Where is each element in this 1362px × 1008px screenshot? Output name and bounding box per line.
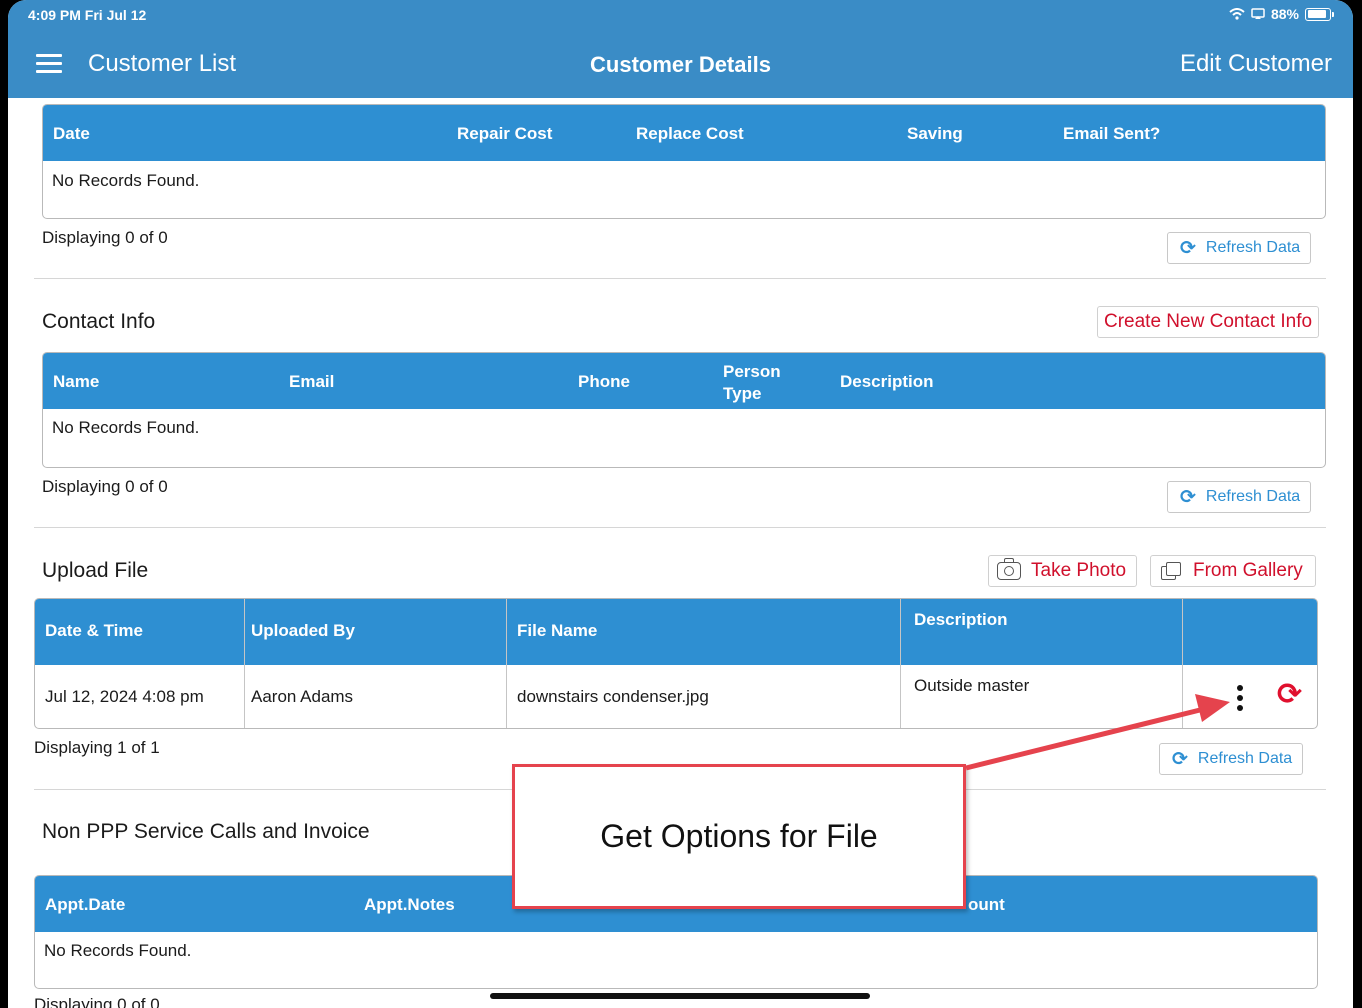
battery-icon — [1305, 7, 1334, 21]
column-header-date[interactable]: Date — [53, 124, 90, 144]
refresh-label: Refresh Data — [1197, 750, 1293, 767]
status-bar: 4:09 PM Fri Jul 12 88% — [8, 0, 1353, 30]
create-contact-label: Create New Contact Info — [1104, 311, 1313, 332]
gallery-icon — [1161, 562, 1181, 580]
column-header-uploaded-by[interactable]: Uploaded By — [251, 621, 355, 641]
cell-file-name: downstairs condenser.jpg — [517, 687, 709, 706]
empty-message: No Records Found. — [44, 941, 192, 960]
non-ppp-title: Non PPP Service Calls and Invoice — [42, 820, 370, 843]
refresh-icon: ⟳ — [1180, 486, 1196, 508]
contact-displaying-count: Displaying 0 of 0 — [42, 477, 168, 496]
savings-displaying-count: Displaying 0 of 0 — [42, 228, 168, 247]
column-header-amount[interactable]: ount — [968, 895, 1005, 915]
refresh-icon: ⟳ — [1180, 237, 1196, 259]
camera-icon — [997, 558, 1021, 580]
screen-mirroring-icon — [1251, 8, 1265, 19]
section-divider — [34, 527, 1326, 528]
section-divider — [34, 278, 1326, 279]
column-header-repair-cost[interactable]: Repair Cost — [457, 124, 552, 144]
from-gallery-label: From Gallery — [1193, 560, 1303, 581]
empty-message: No Records Found. — [52, 171, 200, 190]
savings-refresh-button[interactable]: ⟳ Refresh Data — [1167, 232, 1312, 264]
refresh-label: Refresh Data — [1205, 488, 1301, 505]
page-title: Customer Details — [590, 52, 771, 77]
sync-icon[interactable]: ⟳ — [1277, 680, 1302, 710]
column-header-description[interactable]: Description — [914, 610, 1008, 630]
column-header-date-time[interactable]: Date & Time — [45, 621, 143, 641]
savings-table-header: Date Repair Cost Replace Cost Saving Ema… — [43, 105, 1325, 161]
upload-table-header: Date & Time Uploaded By File Name Descri… — [35, 599, 1317, 665]
home-indicator — [490, 993, 870, 999]
column-header-appt-date[interactable]: Appt.Date — [45, 895, 125, 915]
app-header: 4:09 PM Fri Jul 12 88% Customer List Cus… — [8, 0, 1353, 98]
savings-table: Date Repair Cost Replace Cost Saving Ema… — [42, 104, 1326, 219]
table-row[interactable]: Jul 12, 2024 4:08 pm Aaron Adams downsta… — [35, 665, 1317, 728]
empty-message: No Records Found. — [52, 418, 200, 437]
column-header-appt-notes[interactable]: Appt.Notes — [364, 895, 455, 915]
upload-displaying-count: Displaying 1 of 1 — [34, 738, 160, 757]
battery-percent: 88% — [1270, 6, 1299, 22]
edit-customer-button[interactable]: Edit Customer — [1180, 50, 1332, 78]
cell-description: Outside master — [914, 676, 1030, 695]
take-photo-button[interactable]: Take Photo — [988, 555, 1138, 587]
take-photo-label: Take Photo — [1031, 560, 1127, 581]
refresh-icon: ⟳ — [1172, 748, 1188, 770]
upload-file-title: Upload File — [42, 559, 149, 582]
callout-text: Get Options for File — [600, 818, 878, 854]
cell-uploaded-by: Aaron Adams — [251, 687, 354, 706]
upload-file-table: Date & Time Uploaded By File Name Descri… — [34, 598, 1318, 729]
non-ppp-displaying-count: Displaying 0 of 0 — [34, 995, 160, 1008]
column-header-email-sent[interactable]: Email Sent? — [1063, 124, 1160, 144]
column-header-file-name[interactable]: File Name — [517, 621, 597, 641]
status-icons: 88% — [1229, 6, 1334, 22]
column-header-description[interactable]: Description — [840, 372, 934, 392]
contact-refresh-button[interactable]: ⟳ Refresh Data — [1167, 481, 1312, 513]
column-header-email[interactable]: Email — [289, 372, 334, 392]
contact-table-header: Name Email Phone Person Type Description — [43, 353, 1325, 409]
contact-info-title: Contact Info — [42, 310, 156, 333]
file-options-icon[interactable] — [1237, 685, 1243, 715]
refresh-label: Refresh Data — [1205, 239, 1301, 256]
column-header-person-type[interactable]: Person Type — [723, 361, 781, 405]
create-contact-info-button[interactable]: Create New Contact Info — [1097, 306, 1320, 338]
column-header-saving[interactable]: Saving — [907, 124, 963, 144]
upload-refresh-button[interactable]: ⟳ Refresh Data — [1159, 743, 1304, 775]
status-time: 4:09 PM Fri Jul 12 — [28, 7, 147, 23]
from-gallery-button[interactable]: From Gallery — [1150, 555, 1316, 587]
annotation-callout: Get Options for File — [512, 764, 966, 909]
column-header-replace-cost[interactable]: Replace Cost — [636, 124, 744, 144]
cell-date-time: Jul 12, 2024 4:08 pm — [45, 687, 204, 706]
wifi-icon — [1229, 8, 1245, 20]
contact-info-table: Name Email Phone Person Type Description… — [42, 352, 1326, 468]
column-header-phone[interactable]: Phone — [578, 372, 630, 392]
column-header-name[interactable]: Name — [53, 372, 99, 392]
